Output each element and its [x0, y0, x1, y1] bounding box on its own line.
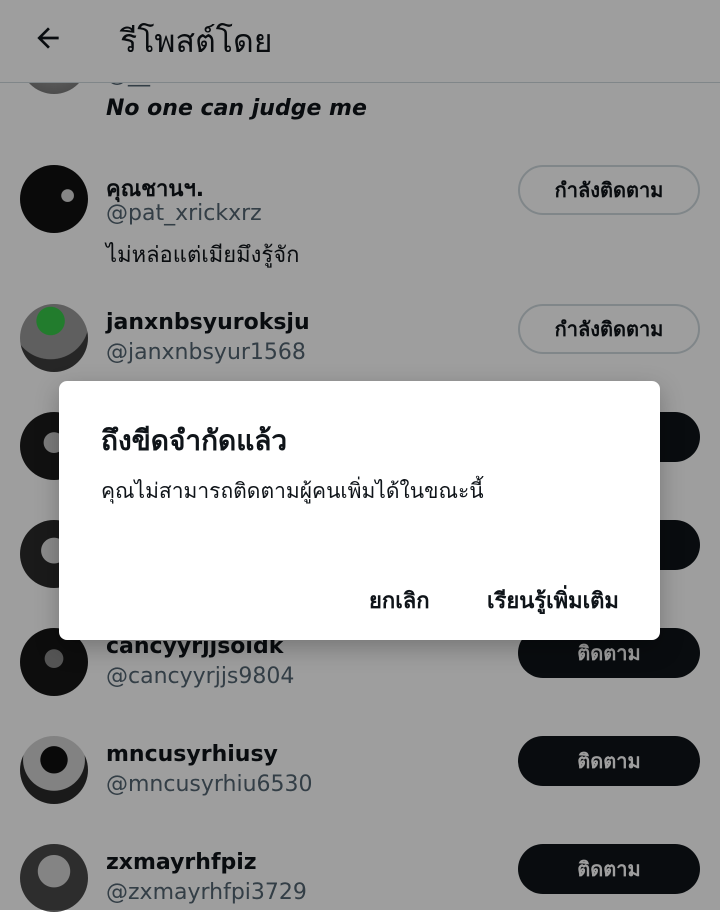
- dialog-message: คุณไม่สามารถติดตามผู้คนเพิ่มได้ในขณะนี้: [101, 479, 484, 503]
- cancel-button[interactable]: ยกเลิก: [369, 583, 430, 618]
- learn-more-button[interactable]: เรียนรู้เพิ่มเติม: [487, 583, 619, 618]
- limit-reached-dialog: ถึงขีดจำกัดแล้ว คุณไม่สามารถติดตามผู้คนเ…: [59, 381, 660, 640]
- dialog-title: ถึงขีดจำกัดแล้ว: [101, 424, 288, 457]
